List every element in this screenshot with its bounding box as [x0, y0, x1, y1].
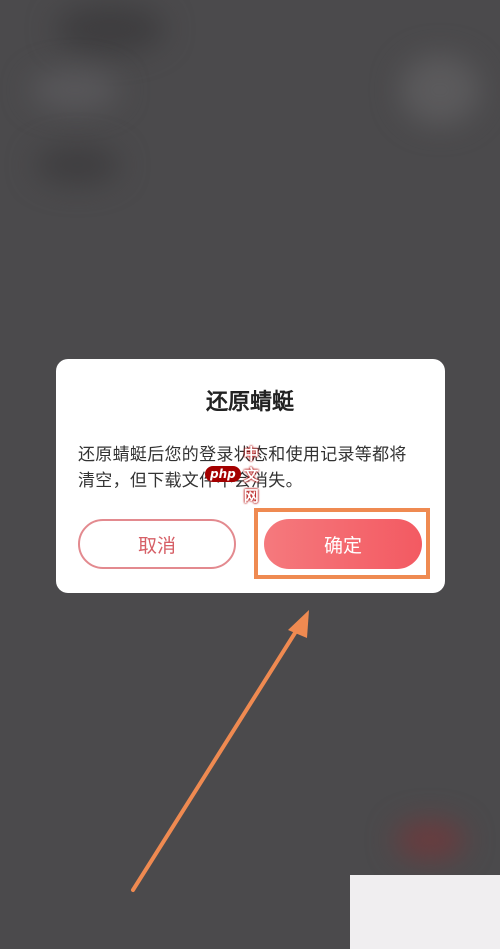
watermark: php 中文网	[205, 445, 273, 505]
blurred-background-shape	[35, 145, 120, 185]
screen: 还原蜻蜓 还原蜻蜓后您的登录状态和使用记录等都将清空，但下载文件不会消失。 取消…	[0, 0, 500, 949]
blurred-background-shape	[395, 820, 465, 860]
blurred-background-shape	[30, 70, 120, 110]
watermark-text: 中文网	[243, 444, 259, 505]
confirm-highlight-box	[254, 508, 430, 579]
cancel-button[interactable]: 取消	[78, 519, 236, 569]
corner-patch	[350, 875, 500, 949]
blurred-background-shape	[400, 55, 480, 125]
watermark-badge: php	[205, 466, 241, 482]
blurred-background-shape	[55, 5, 165, 53]
dialog-title: 还原蜻蜓	[205, 390, 294, 415]
